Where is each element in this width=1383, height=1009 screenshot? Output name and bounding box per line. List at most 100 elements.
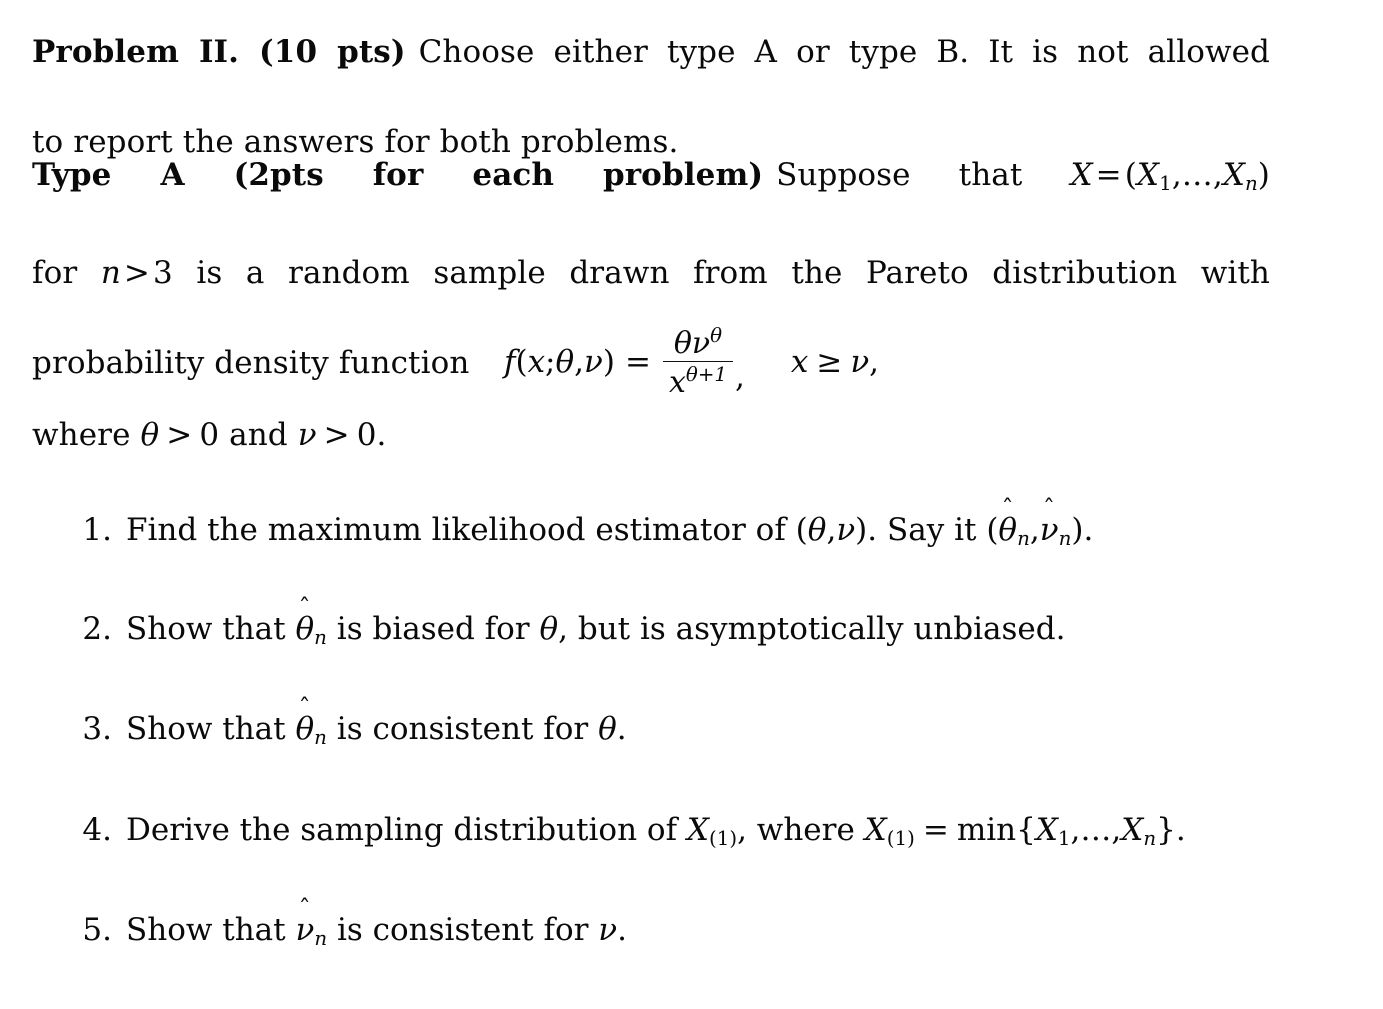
math-i1-paren-close-2: ) [1071, 512, 1084, 548]
fraction-denominator: xθ+1 [662, 361, 733, 399]
math-i1-paren-close: ) [855, 512, 868, 548]
problem-intro-text: Choose either type A or type B. It is no… [418, 34, 1270, 70]
math-Xn-subscript: n [1245, 172, 1258, 196]
math-i4-brace-close: } [1156, 812, 1176, 848]
math-where-gt-1: > [166, 417, 193, 453]
item2-text-c: , but is asymptotically unbiased. [558, 611, 1066, 647]
math-i4-equals: = [922, 812, 949, 848]
problem-intro-line-1: Problem II. (10 pts) Choose either type A… [32, 30, 1270, 120]
math-paren-open: ( [1124, 157, 1137, 193]
hat-accent-icon: ˆ [1042, 495, 1055, 524]
math-equals: = [1095, 157, 1122, 193]
math-where-nu: ν [297, 417, 317, 453]
math-i4-brace-open: { [1016, 812, 1036, 848]
math-theta: θ [555, 344, 575, 381]
math-i1-paren-open-2: ( [986, 512, 999, 548]
math-where-theta: θ [140, 417, 160, 453]
math-i4-Xa: X [1035, 812, 1058, 848]
hat-accent-icon: ˆ [298, 694, 311, 723]
item5-period: . [617, 912, 627, 948]
math-nu: ν [584, 344, 603, 381]
list-item-body: Show that ˆ νn is consistent for ν. [126, 897, 1316, 961]
math-i1-nu: ν [836, 512, 856, 548]
math-x: x [527, 344, 546, 381]
math-i1-hat-theta: ˆθ [998, 497, 1017, 552]
math-where-zero-1: 0 [199, 417, 220, 453]
math-i1-theta: θ [807, 512, 827, 548]
math-i1-comma: , [826, 512, 837, 548]
math-X1-subscript: 1 [1159, 172, 1172, 196]
type-a-line-1: Type A (2pts for each problem) Suppose th… [32, 153, 1270, 251]
math-n: n [100, 255, 121, 292]
math-i2-theta: θ [539, 611, 559, 647]
item3-text-b: is consistent for [336, 711, 589, 747]
item1-text-b: . Say it [867, 512, 977, 548]
item1-text-a: Find the maximum likelihood estimator of [126, 512, 786, 548]
math-i3-theta: θ [598, 711, 617, 747]
math-i2-hat-theta: ˆθ [295, 596, 314, 651]
math-semicolon: ; [545, 344, 556, 381]
where-period: . [376, 417, 387, 453]
pdf-display-equation: f(x;θ,ν) = θνθ xθ+1 , x ≥ ν, [0, 324, 1383, 399]
list-item-body: Derive the sampling distribution of X(1)… [126, 808, 1316, 861]
math-i5-nu: ν [598, 912, 618, 948]
math-i1-theta-subscript: n [1017, 527, 1030, 551]
list-item-body: Find the maximum likelihood estimator of… [126, 497, 1316, 561]
where-and: and [229, 417, 288, 453]
fraction-numerator: θνθ [668, 324, 728, 361]
item5-text-b: is consistent for [336, 912, 589, 948]
list-item-number: 2. [82, 611, 112, 647]
type-a-heading: Type A (2pts for each problem) [32, 157, 764, 193]
math-i1-comma-2: , [1029, 512, 1040, 548]
item1-period: . [1083, 512, 1094, 548]
math-equation-equals: = [625, 344, 651, 381]
hat-accent-icon: ˆ [1001, 495, 1014, 524]
math-i2-theta-subscript: n [314, 626, 327, 650]
math-i3-hat-theta: ˆθ [295, 696, 314, 751]
item3-text-a: Show that [126, 711, 286, 747]
problem-heading: Problem II. (10 pts) [32, 34, 406, 70]
math-i1-paren-open: ( [795, 512, 808, 548]
math-greater-equal: ≥ [816, 344, 843, 381]
math-three: 3 [152, 255, 173, 292]
where-prefix: where [32, 417, 131, 453]
math-greater-than: > [123, 255, 150, 292]
list-item-body: Show that ˆ θn is consistent for θ. [126, 696, 1316, 760]
math-num-theta: θ [673, 325, 692, 361]
math-where-gt-2: > [323, 417, 350, 453]
item2-text-b: is biased for [336, 611, 530, 647]
hat-accent-icon: ˆ [298, 594, 311, 623]
math-cond-x: x [790, 344, 809, 381]
math-i4-X-1-subscript: (1) [709, 827, 738, 851]
math-i4-X-2: X [864, 812, 887, 848]
math-i4-Xa-subscript: 1 [1057, 827, 1071, 851]
math-num-nu: ν [691, 325, 711, 361]
math-i1-nu-subscript: n [1058, 527, 1072, 551]
math-X1: X [1136, 157, 1160, 193]
item4-text-a: Derive the sampling distribution of [126, 812, 678, 848]
math-X: X [1070, 157, 1093, 193]
math-comma-dots: ,…, [1171, 157, 1223, 193]
math-f: f [503, 344, 516, 381]
list-item-number: 4. [82, 812, 112, 848]
type-a-intro-text: Suppose that [776, 157, 1023, 193]
equation-row: f(x;θ,ν) = θνθ xθ+1 , x ≥ ν, [503, 324, 879, 399]
math-i4-X-1: X [686, 812, 709, 848]
type-a-for: for [32, 255, 78, 292]
equation-condition: x ≥ ν, [791, 344, 879, 380]
item3-period: . [616, 711, 627, 747]
math-i4-min: min [956, 812, 1017, 848]
item2-text-a: Show that [126, 611, 286, 647]
list-item-number: 5. [82, 912, 112, 948]
math-i4-X-2-subscript: (1) [886, 827, 915, 851]
hat-accent-icon: ˆ [298, 895, 311, 924]
equation-trailing-comma: , [734, 358, 745, 395]
item5-text-a: Show that [126, 912, 286, 948]
type-a-sample-text: is a random sample drawn from the Pareto… [196, 255, 1270, 292]
math-Xn: X [1222, 157, 1245, 193]
math-i4-dots: ,…, [1070, 812, 1122, 848]
math-i4-Xb-subscript: n [1143, 827, 1157, 851]
where-paragraph: where θ >0 and ν >0. [32, 413, 1270, 458]
math-num-exponent: θ [710, 324, 723, 347]
list-item-number: 3. [82, 711, 112, 747]
